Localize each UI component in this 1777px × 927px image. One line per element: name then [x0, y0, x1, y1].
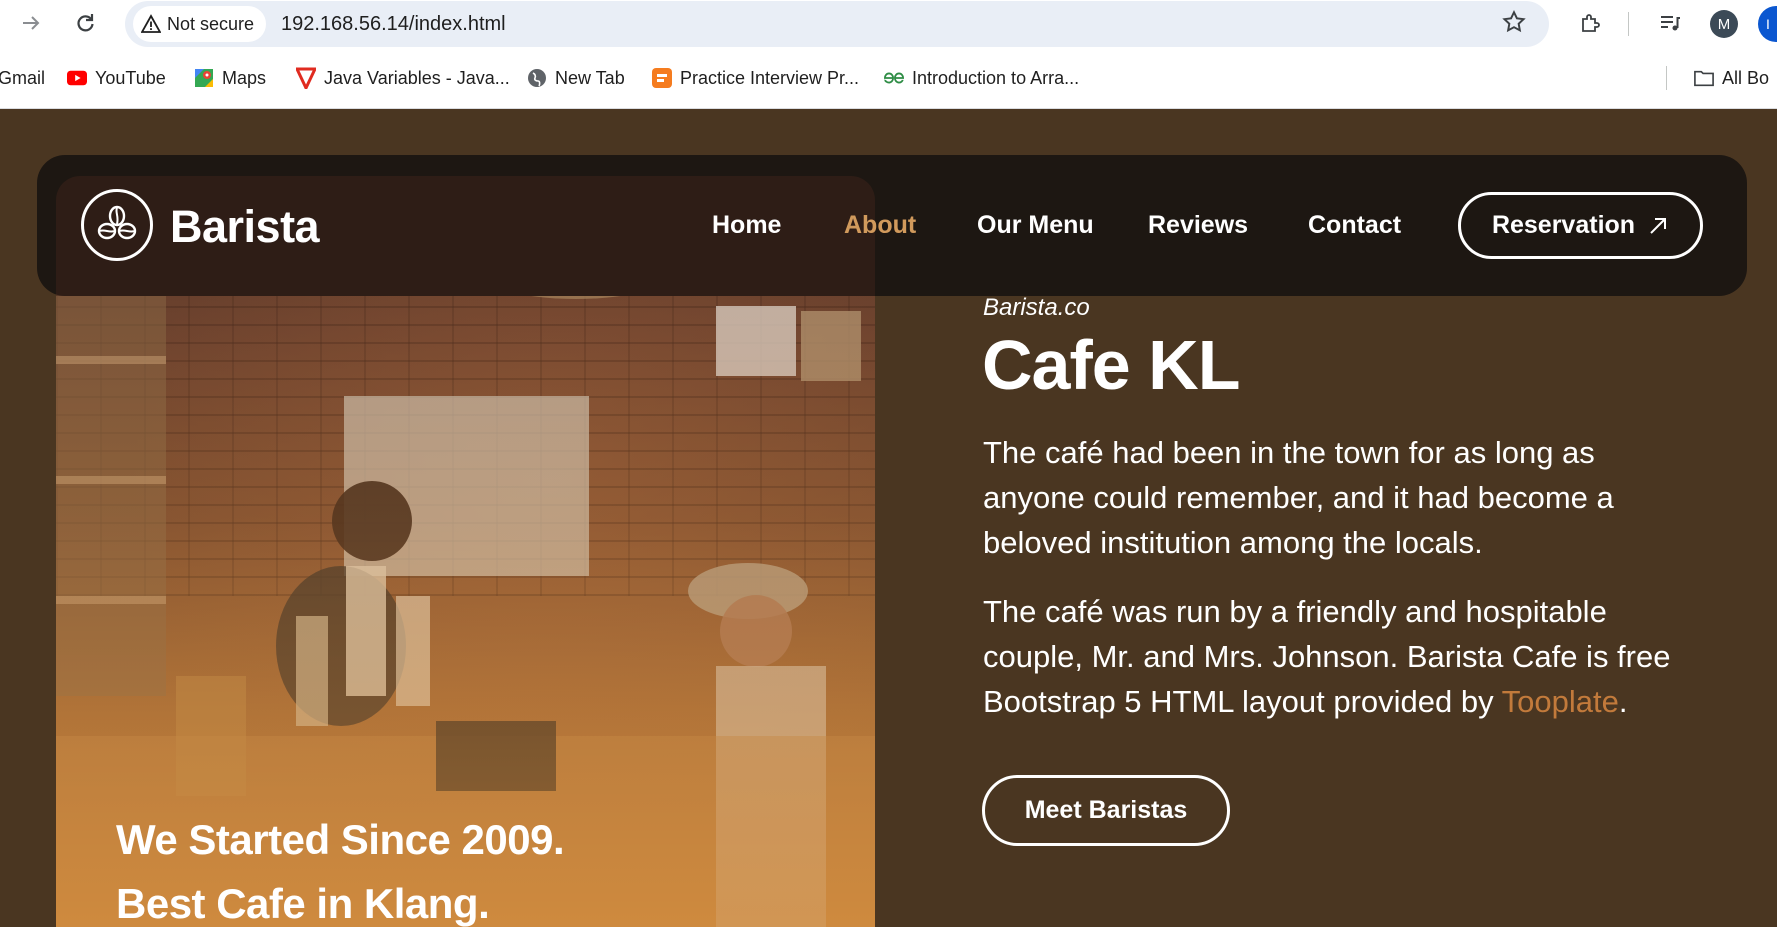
nav-about[interactable]: About [844, 211, 916, 240]
youtube-icon [67, 68, 87, 88]
meet-baristas-button[interactable]: Meet Baristas [982, 775, 1230, 846]
globe-icon [527, 68, 547, 88]
reload-button[interactable] [70, 8, 100, 38]
nav-our-menu[interactable]: Our Menu [977, 211, 1094, 240]
bookmark-introduction-arrays[interactable]: Introduction to Arra... [884, 64, 1079, 92]
nav-contact[interactable]: Contact [1308, 211, 1401, 240]
bookmarks-bar: Gmail YouTube Maps Java Variables - Java… [0, 60, 1777, 96]
warning-icon [141, 14, 161, 33]
edge-button[interactable]: I [1758, 6, 1777, 42]
folder-icon [1694, 68, 1714, 88]
star-icon [1502, 10, 1526, 33]
reservation-label: Reservation [1491, 211, 1636, 239]
bookmark-label: Maps [222, 67, 267, 88]
bookmark-label: Java Variables - Java... [324, 67, 510, 88]
bookmark-maps[interactable]: Maps [194, 64, 266, 92]
bookmark-new-tab[interactable]: New Tab [527, 64, 625, 92]
bookmark-practice-interview[interactable]: Practice Interview Pr... [652, 64, 859, 92]
section-eyebrow: Barista.co [983, 294, 1090, 321]
bookmark-label: New Tab [555, 67, 625, 88]
maps-icon [194, 68, 214, 88]
playlist-icon [1661, 16, 1680, 31]
about-paragraph-2: The café was run by a friendly and hospi… [983, 589, 1683, 724]
bookmark-label: Gmail [0, 67, 46, 88]
tutorial-icon [296, 67, 316, 89]
bookmarks-divider [1666, 66, 1667, 90]
reservation-button[interactable]: Reservation [1458, 192, 1703, 259]
bookmark-gmail[interactable]: Gmail [0, 64, 45, 92]
puzzle-icon [1582, 14, 1600, 32]
security-label: Not secure [167, 13, 255, 34]
brand-name[interactable]: Barista [170, 201, 320, 253]
bookmark-label: All Bo [1722, 67, 1770, 88]
nav-reviews[interactable]: Reviews [1148, 211, 1248, 240]
url-text[interactable]: 192.168.56.14/index.html [281, 13, 506, 36]
hero-caption-line1: We Started Since 2009. [116, 816, 565, 863]
extensions-button[interactable] [1576, 8, 1606, 38]
bookmark-label: YouTube [95, 67, 166, 88]
bookmark-star-button[interactable] [1501, 9, 1531, 39]
forward-button[interactable] [16, 8, 46, 38]
section-title: Cafe KL [982, 326, 1240, 404]
about-paragraph-1: The café had been in the town for as lon… [983, 435, 1614, 560]
gfg-icon [884, 68, 904, 88]
webpage: We Started Since 2009. Best Cafe in Klan… [0, 109, 1777, 927]
site-navbar: Barista Home About Our Menu Reviews Cont… [37, 155, 1747, 296]
hero-caption-line2: Best Cafe in Klang. [116, 880, 490, 927]
bookmark-youtube[interactable]: YouTube [67, 64, 166, 92]
coffee-bean-logo-icon[interactable] [81, 189, 153, 261]
arrow-up-right-icon [1650, 217, 1667, 234]
security-chip[interactable]: Not secure [133, 6, 267, 42]
about-paragraph-2-end: . [1618, 684, 1628, 719]
toolbar-divider [1628, 12, 1629, 36]
profile-avatar[interactable]: M [1710, 10, 1738, 38]
bookmark-label: Introduction to Arra... [912, 67, 1080, 88]
reload-icon [77, 14, 94, 32]
browser-toolbar: Not secure 192.168.56.14/index.html M I [0, 0, 1777, 47]
practice-icon [652, 68, 672, 88]
tooplate-link[interactable]: Tooplate [1502, 684, 1619, 719]
bookmark-label: Practice Interview Pr... [680, 67, 860, 88]
bookmark-java-variables[interactable]: Java Variables - Java... [296, 64, 510, 92]
nav-home[interactable]: Home [712, 211, 781, 240]
arrow-right-icon [23, 16, 40, 30]
media-controls-button[interactable] [1655, 8, 1685, 38]
all-bookmarks-button[interactable]: All Bo [1694, 64, 1769, 92]
address-bar[interactable]: Not secure 192.168.56.14/index.html [125, 1, 1549, 47]
hero-caption: We Started Since 2009. Best Cafe in Klan… [116, 808, 716, 927]
